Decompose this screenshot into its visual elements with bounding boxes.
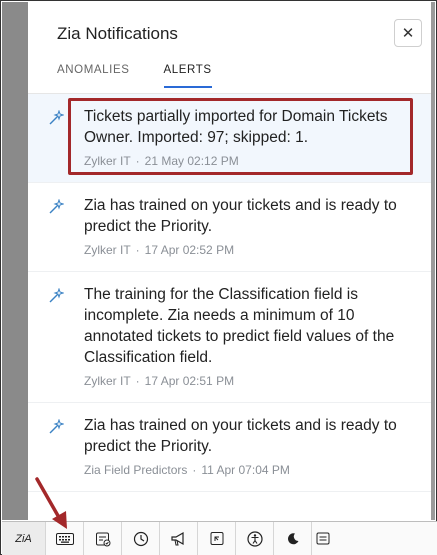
- panel-title: Zia Notifications: [57, 24, 178, 43]
- notification-meta: Zylker IT · 21 May 02:12 PM: [84, 154, 411, 168]
- archive-button[interactable]: [312, 522, 333, 555]
- notification-item[interactable]: Zia has trained on your tickets and is r…: [28, 183, 431, 272]
- meta-separator: ·: [192, 463, 197, 477]
- zia-button[interactable]: ZiA: [2, 522, 46, 555]
- history-button[interactable]: [122, 522, 160, 555]
- meta-separator: ·: [135, 154, 140, 168]
- notification-meta: Zylker IT · 17 Apr 02:51 PM: [84, 374, 411, 388]
- announcements-button[interactable]: [160, 522, 198, 555]
- magic-wand-icon: [49, 110, 64, 125]
- screenshot-frame: Zia Notifications ✕ ANOMALIES ALERTS Tic…: [0, 0, 437, 555]
- meta-separator: ·: [135, 243, 140, 257]
- notification-tabs: ANOMALIES ALERTS: [57, 64, 212, 88]
- magic-wand-icon: [49, 199, 64, 214]
- notification-time: 21 May 02:12 PM: [144, 154, 239, 168]
- notification-source: Zia Field Predictors: [84, 463, 188, 477]
- notification-source: Zylker IT: [84, 374, 131, 388]
- zia-icon: ZiA: [15, 532, 32, 545]
- notification-item[interactable]: Tickets partially imported for Domain Ti…: [28, 94, 431, 183]
- tab-alerts[interactable]: ALERTS: [163, 64, 212, 88]
- close-icon: ✕: [401, 25, 415, 42]
- notification-time: 11 Apr 07:04 PM: [201, 463, 290, 477]
- notification-message: The training for the Classification fiel…: [84, 286, 395, 366]
- meta-separator: ·: [135, 374, 140, 388]
- notification-source: Zylker IT: [84, 154, 131, 168]
- notification-time: 17 Apr 02:52 PM: [144, 243, 235, 257]
- notification-time: 17 Apr 02:51 PM: [144, 374, 235, 388]
- tickets-icon: [95, 532, 110, 546]
- notification-message: Tickets partially imported for Domain Ti…: [84, 108, 388, 146]
- clock-icon: [133, 531, 148, 546]
- close-button[interactable]: ✕: [394, 19, 422, 47]
- notification-message: Zia has trained on your tickets and is r…: [84, 197, 397, 235]
- notification-list: Tickets partially imported for Domain Ti…: [28, 94, 431, 492]
- reply-button[interactable]: [198, 522, 236, 555]
- night-mode-button[interactable]: [274, 522, 312, 555]
- background-overlay-left: [2, 2, 28, 520]
- zia-notifications-panel: Zia Notifications ✕ ANOMALIES ALERTS Tic…: [28, 2, 431, 520]
- notification-source: Zylker IT: [84, 243, 131, 257]
- keyboard-button[interactable]: [46, 522, 84, 555]
- panel-header: Zia Notifications ✕ ANOMALIES ALERTS: [28, 2, 431, 94]
- tickets-button[interactable]: [84, 522, 122, 555]
- megaphone-icon: [171, 531, 184, 545]
- magic-wand-icon: [49, 419, 64, 434]
- notification-item[interactable]: Zia has trained on your tickets and is r…: [28, 403, 431, 492]
- reply-icon: [210, 531, 223, 545]
- magic-wand-icon: [49, 288, 64, 303]
- keyboard-icon: [55, 532, 74, 545]
- bottom-toolbar: ZiA: [2, 521, 437, 555]
- notification-meta: Zia Field Predictors · 11 Apr 07:04 PM: [84, 463, 411, 477]
- notification-item[interactable]: The training for the Classification fiel…: [28, 272, 431, 403]
- notification-meta: Zylker IT · 17 Apr 02:52 PM: [84, 243, 411, 257]
- accessibility-icon: [246, 530, 263, 547]
- notification-message: Zia has trained on your tickets and is r…: [84, 417, 397, 455]
- tab-anomalies[interactable]: ANOMALIES: [57, 64, 130, 87]
- accessibility-button[interactable]: [236, 522, 274, 555]
- moon-icon: [287, 532, 298, 544]
- archive-icon: [316, 532, 329, 545]
